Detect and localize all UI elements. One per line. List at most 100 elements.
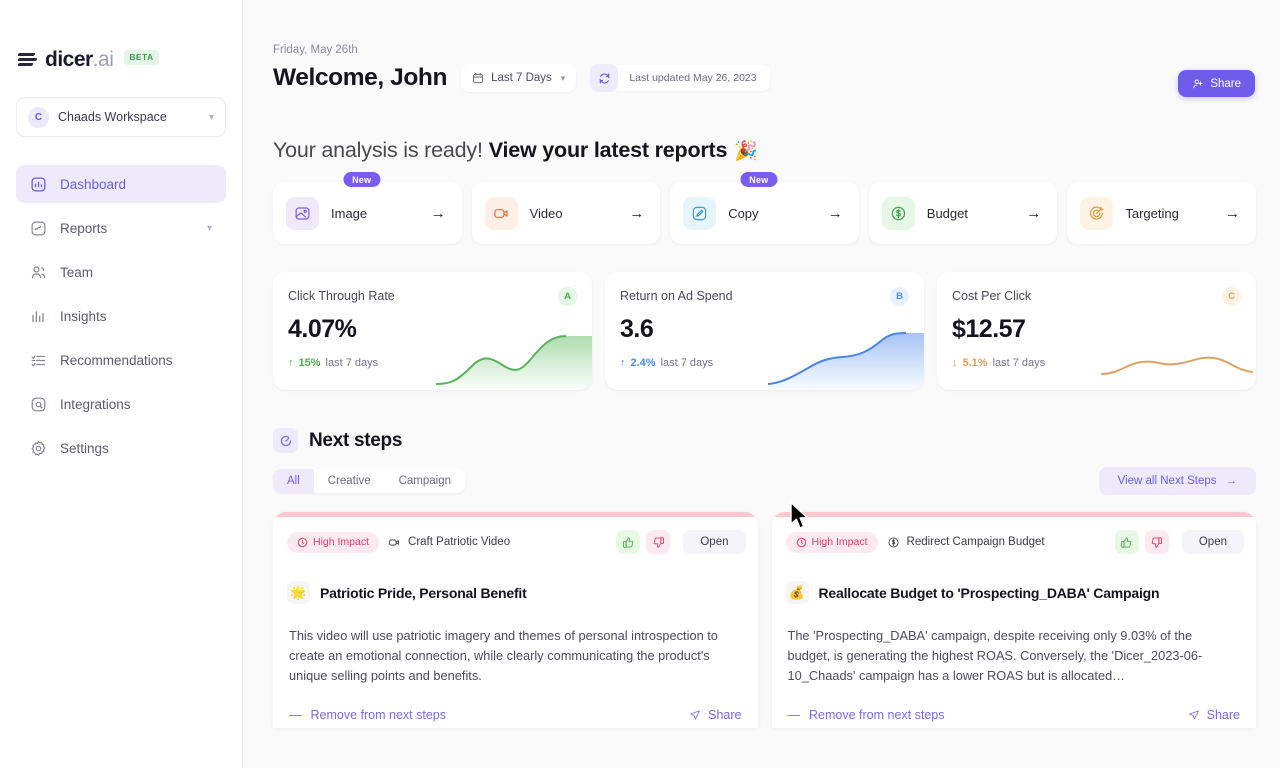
tab-all[interactable]: All: [273, 469, 314, 493]
sidebar-item-label: Reports: [60, 220, 108, 236]
analysis-headline: Your analysis is ready! View your latest…: [273, 138, 1256, 163]
star-emoji-icon: 🌟: [287, 581, 310, 604]
sidebar-item-insights[interactable]: Insights: [16, 297, 226, 335]
impact-badge: High Impact: [287, 531, 380, 553]
next-steps-cards: High Impact Craft Patriotic Video Open 🌟…: [273, 512, 1256, 728]
report-type-card-targeting[interactable]: Targeting →: [1067, 182, 1256, 244]
workspace-name: Chaads Workspace: [58, 110, 167, 124]
team-icon: [31, 265, 46, 278]
remove-from-next-steps-button[interactable]: — Remove from next steps: [289, 708, 446, 722]
sidebar-item-reports[interactable]: Reports ▾: [16, 209, 226, 247]
remove-label: Remove from next steps: [809, 708, 945, 722]
open-button[interactable]: Open: [683, 530, 746, 554]
new-badge: New: [740, 172, 778, 187]
next-steps-filter-tabs: All Creative Campaign: [273, 469, 466, 493]
sidebar-item-label: Integrations: [60, 396, 131, 412]
refresh-icon: [599, 73, 610, 83]
video-icon: [484, 196, 518, 230]
new-badge: New: [343, 172, 381, 187]
card-footer: — Remove from next steps Share: [273, 686, 758, 722]
send-icon: [1188, 710, 1199, 720]
arrow-up-icon: ↑: [288, 357, 294, 369]
arrow-right-icon: →: [1026, 204, 1042, 222]
arrow-right-icon: →: [430, 204, 446, 222]
thumbs-down-button[interactable]: [646, 530, 671, 554]
tab-campaign[interactable]: Campaign: [385, 469, 465, 493]
share-button[interactable]: Share: [1178, 70, 1255, 97]
copy-pencil-icon: [683, 196, 717, 230]
arrow-right-icon: →: [827, 204, 843, 222]
card-title: Reallocate Budget to 'Prospecting_DABA' …: [818, 584, 1160, 601]
report-type-card-video[interactable]: Video →: [471, 182, 661, 244]
chevron-down-icon: ▾: [206, 222, 212, 234]
sidebar-item-team[interactable]: Team: [16, 253, 226, 291]
kpi-card-return-on-ad-spend[interactable]: Return on Ad Spend 3.6 ↑ 2.4% last 7 day…: [605, 272, 924, 390]
impact-label: High Impact: [313, 536, 370, 548]
arrow-up-icon: ↑: [620, 357, 626, 369]
card-top-bar: High Impact Craft Patriotic Video Open: [273, 517, 758, 554]
date-range-selector[interactable]: Last 7 Days ▾: [461, 64, 577, 92]
current-date: Friday, May 26th: [273, 44, 358, 56]
brand-logo[interactable]: dicer.ai BETA: [0, 0, 242, 72]
report-type-label: Video: [529, 205, 563, 221]
report-type-card-image[interactable]: New Image →: [273, 172, 462, 244]
reports-icon: [31, 221, 46, 235]
card-body: The 'Prospecting_DABA' campaign, despite…: [787, 628, 1203, 683]
sidebar-item-integrations[interactable]: Integrations: [16, 385, 226, 423]
grade-badge: B: [890, 287, 909, 306]
brand-name: dicer.ai: [45, 48, 114, 71]
kpi-delta-value: 5.1%: [962, 357, 988, 369]
card-title-row: 💰 Reallocate Budget to 'Prospecting_DABA…: [772, 554, 1257, 604]
kpi-delta-label: last 7 days: [660, 357, 714, 369]
headline-prefix: Your analysis is ready!: [273, 138, 483, 162]
thumbs-up-button[interactable]: [1114, 530, 1139, 554]
kpi-card-click-through-rate[interactable]: Click Through Rate 4.07% ↑ 15% last 7 da…: [273, 272, 592, 390]
card-type: Craft Patriotic Video: [388, 536, 510, 549]
report-type-label: Copy: [728, 205, 759, 221]
headline-link[interactable]: View your latest reports: [489, 138, 728, 163]
card-share-button[interactable]: Share: [689, 708, 742, 722]
remove-from-next-steps-button[interactable]: — Remove from next steps: [788, 708, 945, 722]
thumbs-down-button[interactable]: [1144, 530, 1169, 554]
card-share-button[interactable]: Share: [1188, 708, 1240, 722]
arrow-right-icon: →: [629, 204, 645, 222]
remove-label: Remove from next steps: [310, 708, 446, 722]
kpi-card-cost-per-click[interactable]: Cost Per Click $12.57 ↓ 5.1% last 7 days…: [937, 272, 1256, 390]
sparkline-chart: [1101, 356, 1253, 375]
report-type-label: Budget: [926, 205, 968, 221]
sidebar-nav: Dashboard Reports ▾ Team Insights Recomm…: [0, 165, 242, 467]
open-button[interactable]: Open: [1181, 530, 1244, 554]
next-steps-controls: All Creative Campaign View all Next Step…: [273, 467, 1256, 495]
next-step-card-reallocate-budget[interactable]: High Impact Redirect Campaign Budget Ope…: [771, 512, 1257, 728]
budget-dollar-icon: [881, 196, 915, 230]
chevron-down-icon: ▾: [208, 111, 214, 123]
insights-icon: [32, 310, 44, 322]
vote-group: Open: [1114, 530, 1244, 554]
kpi-cards: Click Through Rate 4.07% ↑ 15% last 7 da…: [273, 272, 1256, 390]
report-type-card-copy[interactable]: New Copy →: [670, 172, 859, 244]
report-type-cards: New Image → Video → New Copy → Budget → …: [273, 172, 1256, 244]
tab-creative[interactable]: Creative: [314, 469, 385, 493]
sidebar-item-recommendations[interactable]: Recommendations: [16, 341, 226, 379]
next-step-card-patriotic-video[interactable]: High Impact Craft Patriotic Video Open 🌟…: [273, 512, 758, 728]
view-all-next-steps-button[interactable]: View all Next Steps →: [1098, 467, 1256, 495]
card-title: Patriotic Pride, Personal Benefit: [320, 584, 527, 601]
thumbs-up-button[interactable]: [616, 530, 641, 554]
sidebar-item-label: Settings: [60, 440, 109, 456]
report-type-card-budget[interactable]: Budget →: [868, 182, 1058, 244]
share-label: Share: [708, 708, 742, 722]
send-icon: [690, 710, 701, 720]
kpi-delta-value: 2.4%: [630, 357, 656, 369]
refresh-button[interactable]: [590, 64, 619, 92]
workspace-avatar: C: [28, 106, 49, 128]
targeting-icon: [1080, 196, 1114, 230]
person-share-icon: [1193, 78, 1203, 88]
sidebar: dicer.ai BETA C Chaads Workspace ▾ Dashb…: [0, 0, 243, 768]
sidebar-item-settings[interactable]: Settings: [16, 429, 226, 467]
beta-badge: BETA: [124, 49, 159, 65]
sidebar-item-dashboard[interactable]: Dashboard: [16, 165, 226, 203]
money-bag-emoji-icon: 💰: [785, 581, 809, 604]
arrow-right-icon: →: [1224, 204, 1240, 222]
image-icon: [286, 196, 319, 230]
workspace-switcher[interactable]: C Chaads Workspace ▾: [16, 97, 226, 137]
